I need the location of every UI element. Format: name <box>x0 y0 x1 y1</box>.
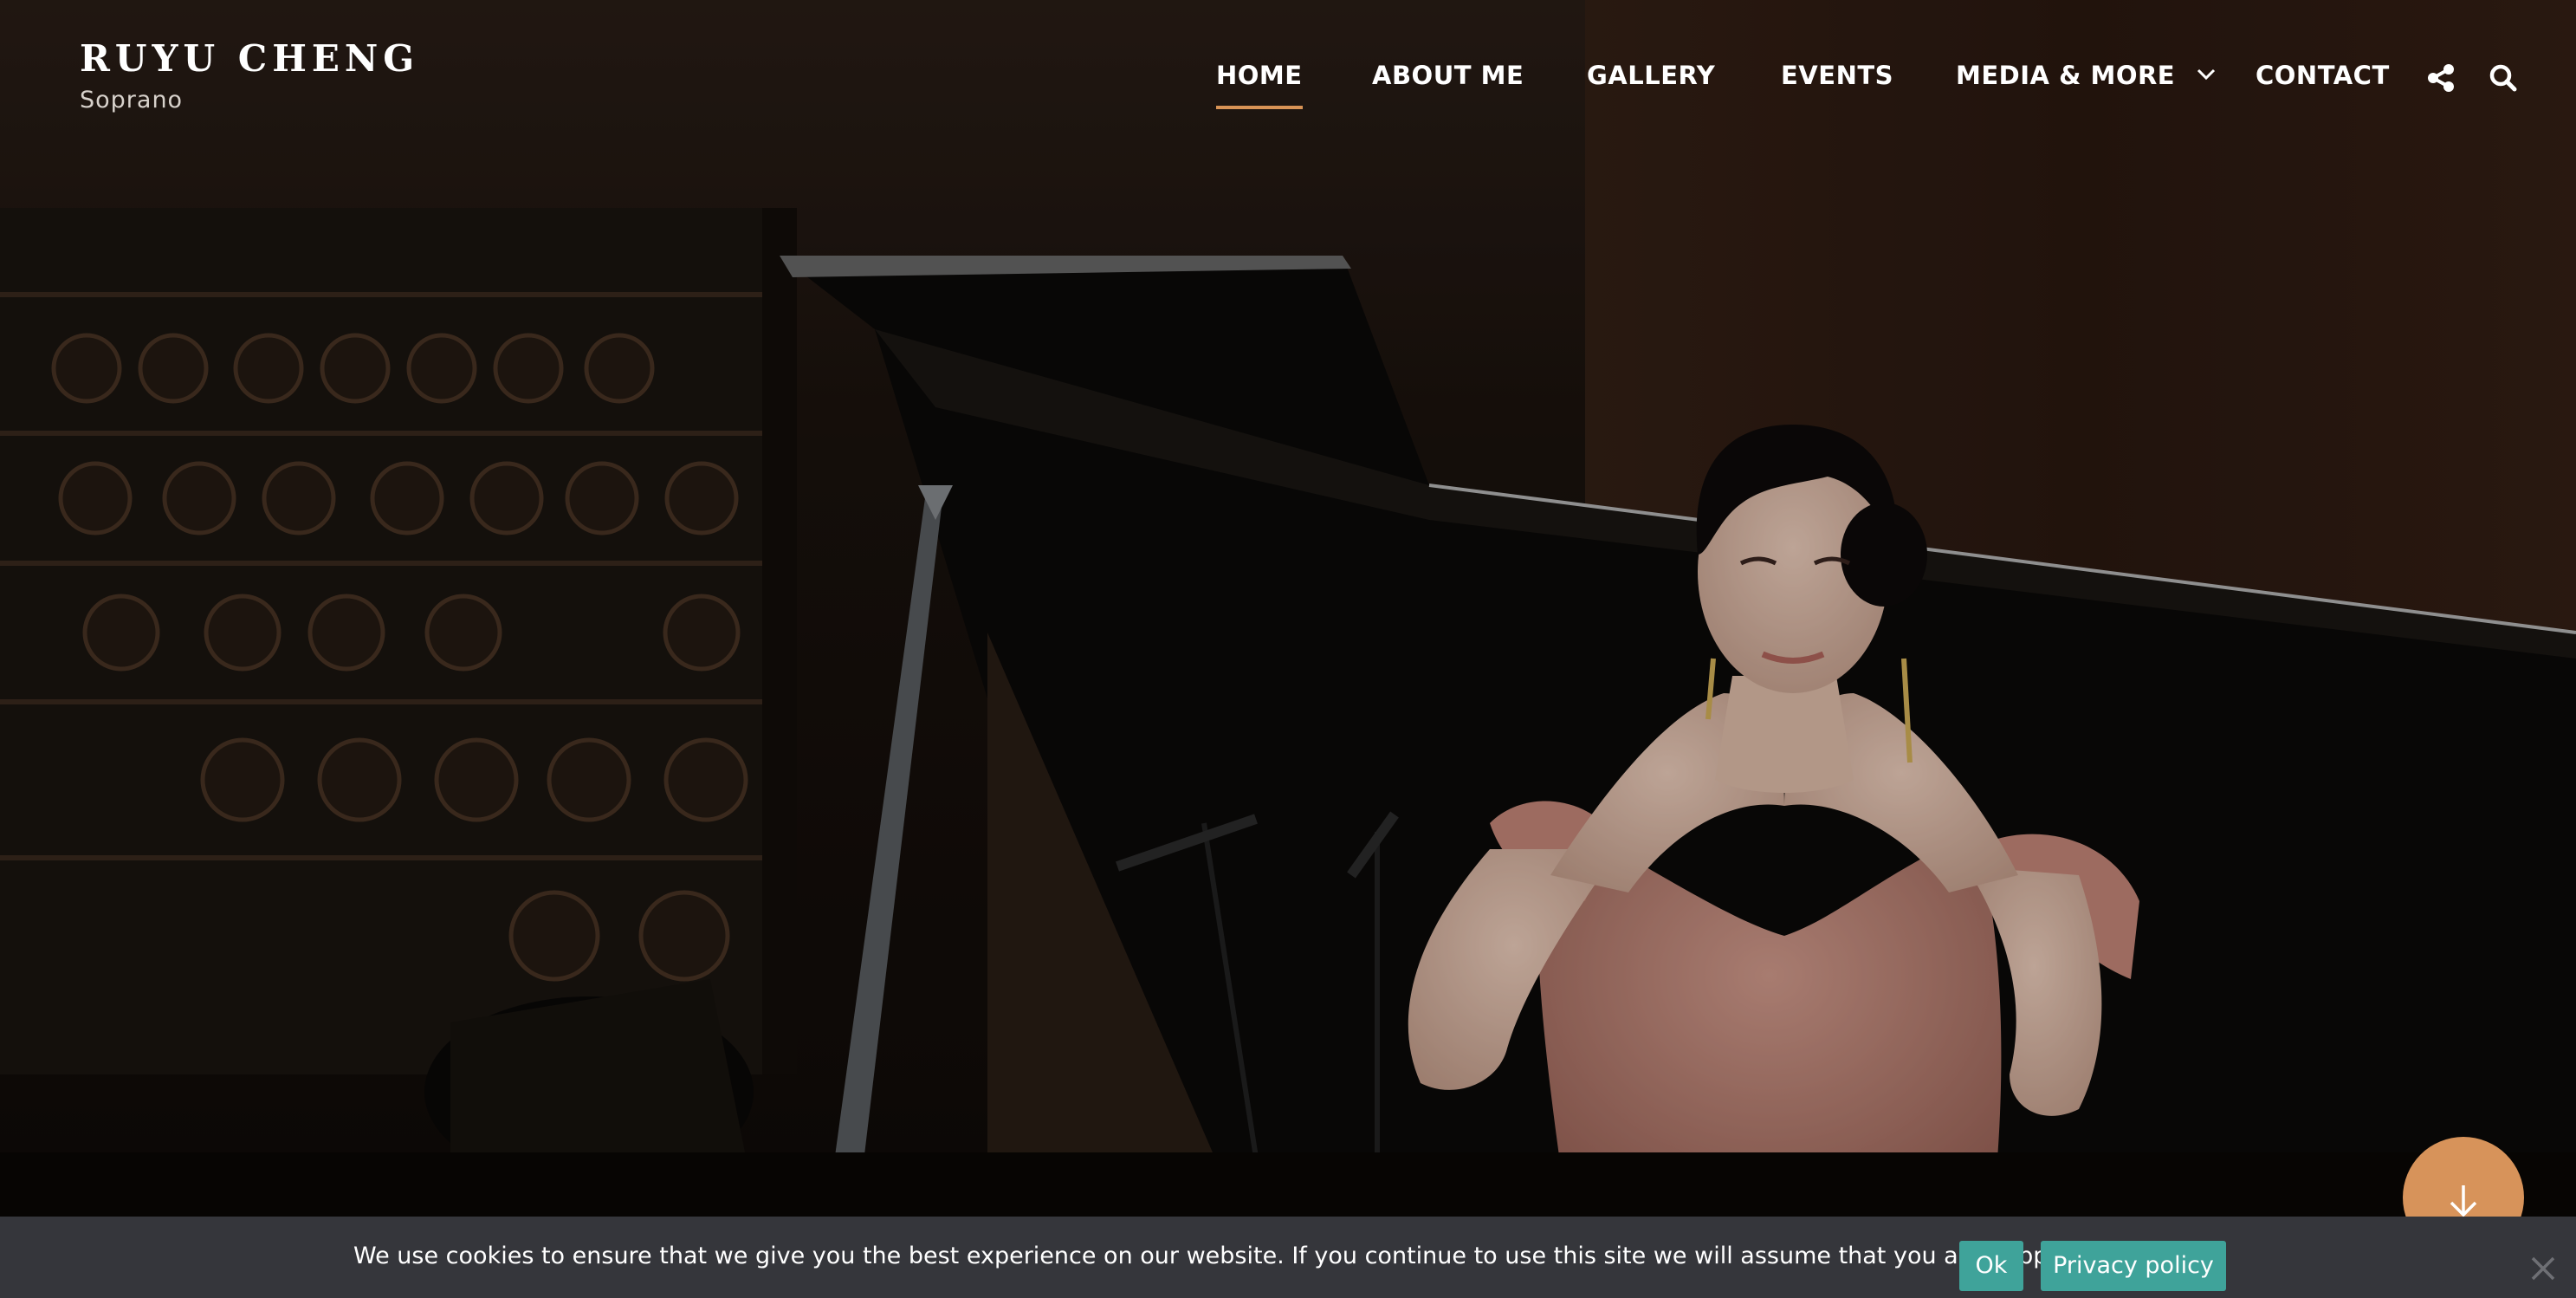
cookie-message: We use cookies to ensure that we give yo… <box>353 1243 2150 1269</box>
close-icon[interactable] <box>2529 1255 2557 1282</box>
cookie-notice: We use cookies to ensure that we give yo… <box>0 1217 2576 1298</box>
hero-illustration <box>0 0 2576 1298</box>
nav-item-gallery[interactable]: GALLERY <box>1587 61 1715 90</box>
nav-item-about-me[interactable]: ABOUT ME <box>1372 61 1524 90</box>
site-tagline: Soprano <box>80 87 184 114</box>
chevron-down-icon <box>2197 68 2215 81</box>
nav-item-media-and-more[interactable]: MEDIA & MORE <box>1956 61 2216 90</box>
nav-item-contact[interactable]: CONTACT <box>2256 61 2390 90</box>
site-branding[interactable]: RUYU CHENG Soprano <box>80 35 419 114</box>
cookie-ok-button[interactable]: Ok <box>1959 1241 2023 1291</box>
search-icon[interactable] <box>2488 62 2519 94</box>
privacy-policy-button[interactable]: Privacy policy <box>2041 1241 2226 1291</box>
site-title[interactable]: RUYU CHENG <box>80 35 419 83</box>
page: RUYU CHENG Soprano HOME ABOUT ME GALLERY… <box>0 0 2576 1298</box>
nav-item-media-and-more-label: MEDIA & MORE <box>1956 61 2176 90</box>
hero-photo <box>0 0 2576 1298</box>
nav-item-home[interactable]: HOME <box>1216 61 1303 109</box>
arrow-down-icon <box>2450 1185 2477 1217</box>
nav-item-events[interactable]: EVENTS <box>1781 61 1893 90</box>
share-icon[interactable] <box>2425 62 2456 94</box>
